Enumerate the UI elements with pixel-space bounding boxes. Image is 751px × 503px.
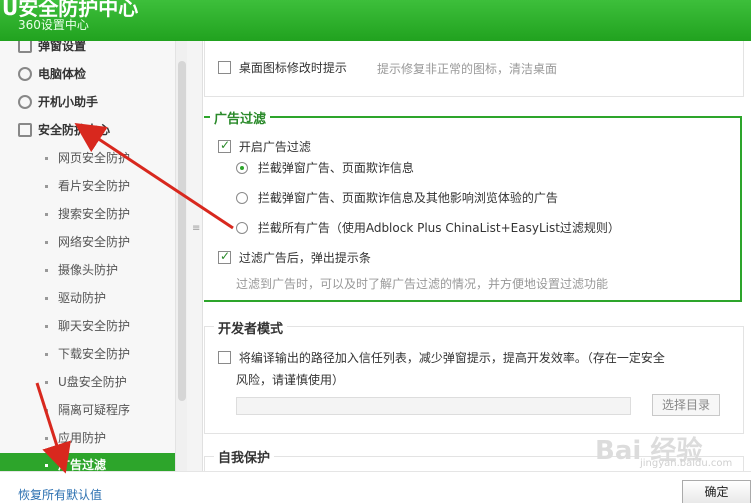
- ad-filter-option-extended[interactable]: 拦截弹窗广告、页面欺诈信息及其他影响浏览体验的广告: [236, 189, 558, 206]
- sidebar-item-camera-protect[interactable]: 摄像头防护: [0, 258, 175, 282]
- sidebar-item-ad-filter[interactable]: 广告过滤: [0, 453, 175, 471]
- checkup-icon: [18, 66, 32, 81]
- select-directory-button[interactable]: 选择目录: [652, 394, 720, 416]
- window-subtitle: 360设置中心: [18, 18, 89, 32]
- bullet-icon: [45, 437, 48, 440]
- sidebar-item-label: 开机小助手: [38, 95, 99, 109]
- sidebar-scrollbar[interactable]: [175, 41, 187, 471]
- desktop-icon-hint: 提示修复非正常的图标，清洁桌面: [377, 62, 558, 76]
- startup-icon: [18, 94, 32, 109]
- bullet-icon: [45, 353, 48, 356]
- bullet-icon: [45, 297, 48, 300]
- footer-bar: 恢复所有默认值 确定: [0, 471, 751, 503]
- sidebar-item-network-protect[interactable]: 网络安全防护: [0, 230, 175, 254]
- sidebar-item-label: 下载安全防护: [58, 347, 131, 361]
- dev-trust-label: 将编译输出的路径加入信任列表，减少弹窗提示，提高开发效率。（存在一定安全: [238, 351, 665, 365]
- dev-trust-label-line2: 风险，请谨慎使用）: [236, 373, 345, 387]
- ad-filter-notify-checkbox[interactable]: [218, 249, 231, 264]
- bullet-icon: [45, 185, 48, 188]
- ad-filter-option-basic[interactable]: 拦截弹窗广告、页面欺诈信息: [236, 159, 414, 176]
- sidebar-item-web-protect[interactable]: 网页安全防护: [0, 146, 175, 170]
- sidebar-item-label: 应用防护: [58, 431, 107, 445]
- sidebar-item-usb-protect[interactable]: U盘安全防护: [0, 370, 175, 394]
- title-bar: U安全防护中心 360设置中心: [0, 0, 751, 41]
- ok-button[interactable]: 确定: [682, 480, 751, 503]
- ad-filter-enable-option[interactable]: 开启广告过滤: [218, 138, 311, 155]
- sidebar-item-label: 网页安全防护: [58, 151, 131, 165]
- sidebar-item-label: 隔离可疑程序: [58, 403, 131, 417]
- ad-filter-title: 广告过滤: [210, 108, 271, 127]
- sidebar-scrollbar-thumb[interactable]: [178, 61, 186, 401]
- self-protect-title: 自我保护: [214, 447, 275, 466]
- ad-filter-option-label: 拦截所有广告（使用Adblock Plus ChinaList+EasyList…: [257, 221, 620, 235]
- sidebar-item-label: 安全防护中心: [38, 123, 111, 137]
- dev-trust-option[interactable]: 将编译输出的路径加入信任列表，减少弹窗提示，提高开发效率。（存在一定安全: [218, 349, 665, 366]
- sidebar-item-search-protect[interactable]: 搜索安全防护: [0, 202, 175, 226]
- dev-path-input[interactable]: [236, 397, 631, 415]
- sidebar-item-quarantine[interactable]: 隔离可疑程序: [0, 398, 175, 422]
- bullet-icon: [45, 213, 48, 216]
- sidebar-item-label: 弹窗设置: [38, 41, 87, 53]
- ad-filter-option-all[interactable]: 拦截所有广告（使用Adblock Plus ChinaList+EasyList…: [236, 219, 620, 236]
- sidebar: 弹窗设置 电脑体检 开机小助手 安全防护中心 网页安全防护 看片安全防护 搜索安…: [0, 41, 175, 471]
- radio-basic[interactable]: [236, 161, 248, 174]
- sidebar-item-video-protect[interactable]: 看片安全防护: [0, 174, 175, 198]
- sidebar-item-startup-helper[interactable]: 开机小助手: [0, 90, 175, 114]
- sidebar-item-download-protect[interactable]: 下载安全防护: [0, 342, 175, 366]
- ad-filter-notify-label: 过滤广告后，弹出提示条: [238, 251, 371, 265]
- sidebar-item-pc-checkup[interactable]: 电脑体检: [0, 62, 175, 86]
- sidebar-item-driver-protect[interactable]: 驱动防护: [0, 286, 175, 310]
- radio-all[interactable]: [236, 221, 248, 234]
- bullet-icon: [45, 464, 48, 467]
- bullet-icon: [45, 325, 48, 328]
- desktop-icon-option[interactable]: 桌面图标修改时提示: [218, 59, 347, 76]
- sidebar-item-label: 看片安全防护: [58, 179, 131, 193]
- bullet-icon: [45, 157, 48, 160]
- ad-filter-hint: 过滤到广告时，可以及时了解广告过滤的情况，并方便地设置过滤功能: [236, 277, 609, 291]
- ad-filter-enable-label: 开启广告过滤: [238, 140, 311, 154]
- panel-splitter[interactable]: ≡: [187, 41, 203, 471]
- ad-filter-option-label: 拦截弹窗广告、页面欺诈信息及其他影响浏览体验的广告: [257, 191, 558, 205]
- sidebar-item-label: 搜索安全防护: [58, 207, 131, 221]
- bullet-icon: [45, 409, 48, 412]
- dev-mode-title: 开发者模式: [214, 318, 288, 337]
- sidebar-item-label: 聊天安全防护: [58, 319, 131, 333]
- sidebar-item-label: 网络安全防护: [58, 235, 131, 249]
- sidebar-item-label: U盘安全防护: [58, 375, 127, 389]
- sidebar-item-label: 驱动防护: [58, 291, 107, 305]
- sidebar-item-label: 电脑体检: [38, 67, 87, 81]
- sidebar-item-label: 摄像头防护: [58, 263, 119, 277]
- desktop-icon-label: 桌面图标修改时提示: [238, 61, 347, 75]
- sidebar-item-popup-settings[interactable]: 弹窗设置: [0, 41, 175, 58]
- popup-icon: [18, 41, 32, 53]
- settings-panel: 桌面图标修改时提示 提示修复非正常的图标，清洁桌面 广告过滤 开启广告过滤 拦截…: [204, 41, 751, 471]
- desktop-icon-checkbox[interactable]: [218, 61, 231, 74]
- sidebar-item-chat-protect[interactable]: 聊天安全防护: [0, 314, 175, 338]
- bullet-icon: [45, 381, 48, 384]
- ad-filter-enable-checkbox[interactable]: [218, 138, 231, 153]
- sidebar-item-label: 广告过滤: [58, 458, 107, 471]
- ad-filter-option-label: 拦截弹窗广告、页面欺诈信息: [257, 161, 414, 175]
- shield-list-icon: [18, 122, 32, 137]
- bullet-icon: [45, 269, 48, 272]
- splitter-grip-icon: ≡: [192, 223, 201, 234]
- bullet-icon: [45, 241, 48, 244]
- watermark-url: jingyan.baidu.com: [640, 458, 733, 469]
- restore-defaults-link[interactable]: 恢复所有默认值: [18, 486, 102, 503]
- radio-extended[interactable]: [236, 191, 248, 204]
- dev-trust-checkbox[interactable]: [218, 351, 231, 364]
- ad-filter-notify-option[interactable]: 过滤广告后，弹出提示条: [218, 249, 371, 266]
- sidebar-item-app-protect[interactable]: 应用防护: [0, 426, 175, 450]
- sidebar-item-security-center[interactable]: 安全防护中心: [0, 118, 175, 142]
